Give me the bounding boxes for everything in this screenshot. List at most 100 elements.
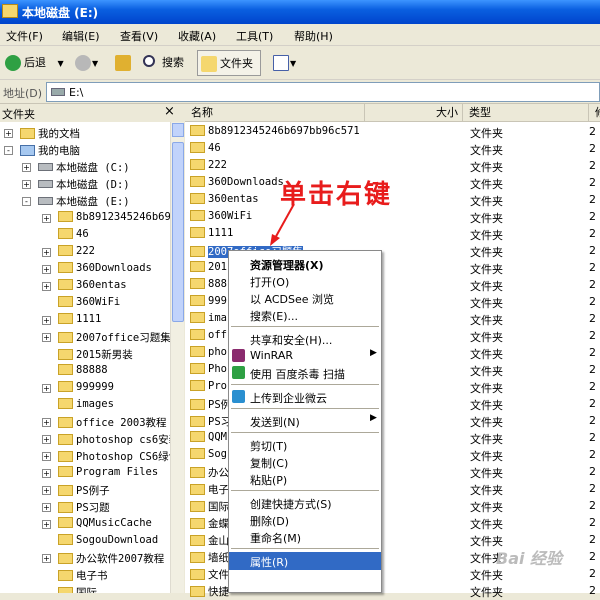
tree-item[interactable]: 88888 — [58, 364, 108, 381]
forward-button[interactable]: ▼ — [72, 50, 104, 76]
file-row[interactable]: 360WiFi 文件夹 2 — [185, 209, 600, 226]
back-button[interactable]: 后退 ▼ — [2, 50, 70, 76]
search-button[interactable]: 搜索 — [140, 50, 190, 76]
up-button[interactable] — [112, 50, 136, 76]
tree-item[interactable]: +222 — [42, 245, 95, 262]
tree-item[interactable]: +8b8912345246b697 — [42, 211, 170, 228]
file-row[interactable]: 8b8912345246b697bb96c571 文件夹 2 — [185, 124, 600, 141]
tree-item[interactable]: 国际 — [58, 585, 97, 593]
expand-toggle-icon[interactable]: + — [42, 384, 51, 393]
tree-scrollbar[interactable] — [170, 122, 184, 593]
tree-item[interactable]: + QQMusicCache — [42, 517, 152, 534]
context-menu-item[interactable]: 剪切(T) — [229, 436, 381, 454]
tree-item[interactable]: +2007office习题集 — [42, 330, 170, 347]
context-menu-item[interactable]: 上传到企业微云 — [229, 388, 381, 406]
tree-item[interactable]: + PS习题 — [42, 500, 110, 517]
expand-toggle-icon[interactable]: + — [42, 418, 51, 427]
expand-toggle-icon[interactable]: + — [42, 214, 51, 223]
tree-item[interactable]: 2015新男装 — [58, 347, 133, 364]
tree-item[interactable]: + 本地磁盘 (C:) — [22, 160, 130, 177]
tree-item[interactable]: + 办公软件2007教程 — [42, 551, 164, 568]
context-menu-item[interactable]: 重命名(M) — [229, 528, 381, 546]
tree-item[interactable]: + 本地磁盘 (D:) — [22, 177, 130, 194]
folders-button[interactable]: 文件夹 — [197, 50, 261, 76]
tree-item[interactable]: + PS例子 — [42, 483, 110, 500]
context-menu-item[interactable]: 资源管理器(X) — [229, 255, 381, 273]
file-row[interactable]: 46 文件夹 2 — [185, 141, 600, 158]
expand-toggle-icon[interactable]: + — [42, 520, 51, 529]
tree-item[interactable]: +360entas — [42, 279, 127, 296]
context-menu-item[interactable]: 复制(C) — [229, 453, 381, 471]
expand-toggle-icon[interactable]: + — [42, 486, 51, 495]
file-name: 国际 — [208, 501, 229, 513]
expand-toggle-icon[interactable]: + — [42, 435, 51, 444]
close-icon[interactable]: × — [164, 104, 175, 119]
expand-toggle-icon[interactable]: - — [4, 146, 13, 155]
file-date: 2 — [589, 584, 596, 597]
context-menu-item[interactable]: 打开(O) — [229, 272, 381, 290]
tree-item[interactable]: + Photoshop CS6绿色 — [42, 449, 170, 466]
menu-favorites[interactable]: 收藏(A) — [178, 28, 216, 44]
dropdown-arrow-icon[interactable]: ▼ — [290, 59, 296, 68]
column-name[interactable]: 名称 — [185, 104, 365, 122]
column-type[interactable]: 类型 — [463, 104, 589, 122]
file-row[interactable]: 222 文件夹 2 — [185, 158, 600, 175]
expand-toggle-icon[interactable]: + — [42, 333, 51, 342]
context-menu-item[interactable]: 属性(R) — [229, 552, 381, 570]
tree-item[interactable]: 46 — [58, 228, 89, 245]
tree-item[interactable]: + 我的文档 — [4, 126, 80, 143]
tree-item[interactable]: - 本地磁盘 (E:) — [22, 194, 130, 211]
expand-toggle-icon[interactable]: + — [42, 316, 51, 325]
file-row[interactable]: 360Downloads 文件夹 2 — [185, 175, 600, 192]
tree-item[interactable]: images — [58, 398, 114, 415]
address-input[interactable]: E:\ — [46, 82, 600, 102]
tree-item[interactable]: SogouDownload — [58, 534, 158, 551]
file-date: 2 — [589, 380, 596, 393]
tree-item[interactable]: + Program Files — [42, 466, 158, 483]
context-menu-item[interactable]: 粘贴(P) — [229, 470, 381, 488]
file-row[interactable]: 360entas 文件夹 2 — [185, 192, 600, 209]
file-type: 文件夹 — [470, 433, 503, 446]
tree-item[interactable]: +360Downloads — [42, 262, 152, 279]
tree-item[interactable]: + office 2003教程 — [42, 415, 167, 432]
context-menu-item[interactable]: 使用 百度杀毒 扫描 — [229, 364, 381, 382]
tree-item[interactable]: +1111 — [42, 313, 101, 330]
views-button[interactable]: ▼ — [270, 50, 302, 76]
dropdown-arrow-icon[interactable]: ▼ — [92, 59, 98, 68]
tree-item[interactable]: - 我的电脑 — [4, 143, 80, 160]
expand-toggle-icon[interactable]: + — [4, 129, 13, 138]
menu-help[interactable]: 帮助(H) — [294, 28, 333, 44]
expand-toggle-icon[interactable]: + — [42, 265, 51, 274]
menu-file[interactable]: 文件(F) — [6, 28, 43, 44]
menu-tools[interactable]: 工具(T) — [236, 28, 273, 44]
context-menu-item[interactable]: 共享和安全(H)... — [229, 330, 381, 348]
file-row[interactable]: 1111 文件夹 2 — [185, 226, 600, 243]
expand-toggle-icon[interactable]: - — [22, 197, 31, 206]
expand-toggle-icon[interactable]: + — [42, 248, 51, 257]
tree-item[interactable]: +999999 — [42, 381, 114, 398]
expand-toggle-icon[interactable]: + — [42, 503, 51, 512]
scroll-up-icon[interactable] — [172, 123, 184, 137]
context-menu-item[interactable]: 发送到(N) ▶ — [229, 412, 381, 430]
scroll-thumb[interactable] — [172, 142, 184, 322]
expand-toggle-icon[interactable]: + — [42, 452, 51, 461]
tree-item[interactable]: + photoshop cs6安装 — [42, 432, 170, 449]
expand-toggle-icon[interactable]: + — [42, 554, 51, 563]
context-menu-item[interactable]: 删除(D) — [229, 511, 381, 529]
expand-toggle-icon[interactable]: + — [22, 180, 31, 189]
menu-edit[interactable]: 编辑(E) — [62, 28, 100, 44]
context-menu-item[interactable]: 搜索(E)... — [229, 306, 381, 324]
context-menu-item[interactable]: 以 ACDSee 浏览 — [229, 289, 381, 307]
column-size[interactable]: 大小 — [365, 104, 463, 122]
tree-item[interactable]: 360WiFi — [58, 296, 120, 313]
expand-toggle-icon[interactable]: + — [42, 282, 51, 291]
dropdown-arrow-icon[interactable]: ▼ — [58, 59, 64, 68]
column-date[interactable]: 修 — [589, 104, 600, 122]
context-menu-item[interactable]: 创建快捷方式(S) — [229, 494, 381, 512]
tree-item[interactable]: 电子书 — [58, 568, 108, 585]
expand-toggle-icon[interactable]: + — [42, 469, 51, 478]
file-type: 文件夹 — [470, 144, 503, 157]
menu-view[interactable]: 查看(V) — [120, 28, 158, 44]
expand-toggle-icon[interactable]: + — [22, 163, 31, 172]
context-menu-item[interactable]: WinRAR ▶ — [229, 347, 381, 365]
